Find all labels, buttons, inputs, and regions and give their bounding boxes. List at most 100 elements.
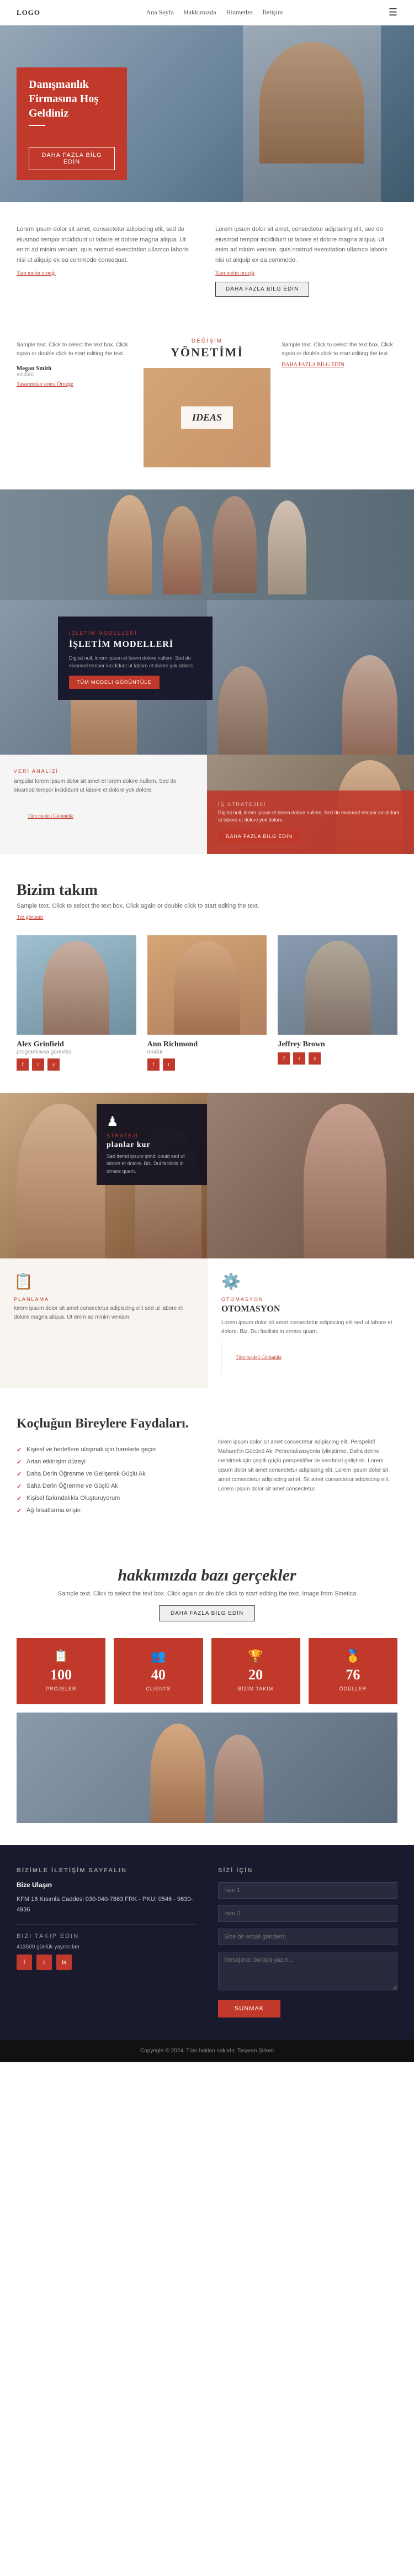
data-tag: VERİ ANALİZİ [14, 768, 193, 774]
change-image: IDEAS [144, 368, 270, 467]
address-title: Bize Ulaşın [17, 1879, 196, 1892]
plan-text: lorem ipsum dolor sit amet consectetur a… [14, 1304, 193, 1322]
stat-label-2: CLIENTS [146, 1686, 171, 1692]
stats-photo [17, 1713, 397, 1823]
twitter-icon-2[interactable]: t [163, 1058, 175, 1071]
instagram-social-btn[interactable]: in [56, 1955, 72, 1970]
facebook-social-btn[interactable]: f [17, 1955, 32, 1970]
plan-tag: PLANLAMA [14, 1297, 193, 1302]
stat-number-4: 76 [317, 1667, 389, 1683]
member-photo-2 [147, 935, 267, 1035]
facebook-icon-1[interactable]: f [17, 1058, 29, 1071]
benefit-item-6: Ağ fırsatlarına erişin [17, 1504, 196, 1516]
nav-item-contact[interactable]: İletişim [263, 8, 283, 17]
strat-dark-overlay: ♟ STRATEJİ planlar kur Sed itemd ipsum ş… [97, 1104, 207, 1186]
intro-right-link[interactable]: Tam metin örneği [215, 270, 397, 276]
intro-section: Lorem ipsum dolor sit amet, consectetur … [0, 202, 414, 319]
follow-text: 413500 günlük yayıncıları [17, 1944, 196, 1950]
biz-button[interactable]: Tüm modeli Görüntüle [69, 676, 160, 689]
member-socials-2: f t [147, 1058, 267, 1071]
stat-number-3: 20 [220, 1667, 292, 1683]
benefit-item-3: Daha Derin Öğrenme ve Gelişerek Güçlü Ak [17, 1468, 196, 1480]
member-photo-3 [278, 935, 397, 1035]
contact-left-title: BİZİMLE İLETİŞİM SAYFALIN [17, 1867, 196, 1874]
youtube-icon-1[interactable]: y [47, 1058, 60, 1071]
navigation: logo Ana Sayfa Hakkımızda Hizmetler İlet… [0, 0, 414, 25]
member-socials-3: f t y [278, 1052, 397, 1065]
intro-left-link[interactable]: Tam metin örneği [17, 270, 199, 276]
twitter-icon-3[interactable]: t [293, 1052, 305, 1065]
strat-tag: İŞ STRATEJİSİ [218, 802, 403, 807]
member-role-1: programlama görevlisi [17, 1049, 136, 1055]
name1-input[interactable] [218, 1882, 397, 1899]
message-textarea[interactable] [218, 1952, 397, 1990]
strat-auto-right [207, 1093, 414, 1258]
benefit-item-1: Kişisel ve hedeflere ulaşmak için hareke… [17, 1444, 196, 1456]
hero-overlay: Danışmanlık Firmasına Hoş Geldiniz DAHA … [17, 67, 127, 180]
stat-icon-4: 🥇 [317, 1649, 389, 1663]
auto-read-more[interactable]: Tüm modeli Görüntüle [221, 1341, 400, 1374]
author-name: Megan Smith [17, 365, 132, 372]
contact-section: BİZİMLE İLETİŞİM SAYFALIN Bize Ulaşın KF… [0, 1845, 414, 2040]
change-title: YÖNETİMİ [149, 345, 265, 360]
automation-icon: ⚙️ [221, 1272, 400, 1291]
benefits-right: lorem ipsum dolor sit amet consectetur a… [218, 1437, 397, 1494]
facts-button[interactable]: DAHA FAZLA BİLG EDİN [159, 1605, 255, 1621]
strat-button[interactable]: DAHA FAZLA BİLG EDİN [218, 830, 300, 843]
member-name-1: Alex Grinfield [17, 1040, 136, 1049]
hero-title: Danışmanlık Firmasına Hoş Geldiniz [29, 77, 115, 120]
strat-box: İŞ STRATEJİSİ Digital null, lorem ipsum … [207, 755, 414, 854]
logo: logo [17, 8, 40, 17]
change-right: Sample text. Click to select the text bo… [270, 330, 397, 467]
stat-box-4: 🥇 76 ÖDÜLLER [309, 1638, 397, 1704]
team-title: Bizim takım [17, 882, 397, 899]
contact-right: SİZİ İÇİN SUNMAK [218, 1867, 397, 2017]
auto-box: ⚙️ OTOMASYON OTOMASYON Lorem ipsum dolor… [207, 1258, 414, 1388]
benefit-item-2: Artan etkinişim düzeyi [17, 1456, 196, 1468]
strat-tag-2: STRATEJİ [107, 1133, 197, 1139]
change-management-section: Sample text. Click to select the text bo… [0, 319, 414, 489]
data-text: ampulat lorem ipsum dolor sit amet et lo… [14, 777, 193, 795]
change-tag: DEĞİŞİM [192, 338, 222, 344]
facts-section: hakkımızda bazı gerçekler Sample text. C… [0, 1544, 414, 1845]
nav-item-home[interactable]: Ana Sayfa [146, 8, 174, 17]
facts-intro: Sample text. Click to select the text bo… [17, 1590, 397, 1597]
strat-text-2: Sed itemd ipsum şimdi could sed ut labor… [107, 1153, 197, 1176]
hamburger-icon[interactable]: ☰ [389, 7, 397, 18]
message-group [218, 1952, 397, 1993]
intro-read-more-button[interactable]: DAHA FAZLA BİLG EDİN [215, 282, 309, 297]
contact-right-title: SİZİ İÇİN [218, 1867, 397, 1874]
stat-number-1: 100 [25, 1667, 97, 1683]
auto-title: OTOMASYON [221, 1304, 400, 1314]
intro-left-text: Lorem ipsum dolor sit amet, consectetur … [17, 224, 199, 266]
data-strategy-section: VERİ ANALİZİ ampulat lorem ipsum dolor s… [0, 755, 414, 854]
email-input[interactable] [218, 1929, 397, 1945]
social-row: f t in [17, 1955, 196, 1970]
follow-title: Bizi takip edin [17, 1933, 196, 1940]
benefits-left: Koçluğun Bireylere Faydaları. Kişisel ve… [17, 1415, 196, 1516]
team-link[interactable]: Tez görünür [17, 914, 43, 920]
twitter-icon-1[interactable]: t [32, 1058, 44, 1071]
submit-button[interactable]: SUNMAK [218, 2000, 280, 2017]
change-left-link[interactable]: Tasarımdan sonra Örneğe [17, 381, 132, 387]
strategy-auto-section: ♟ STRATEJİ planlar kur Sed itemd ipsum ş… [0, 1093, 414, 1258]
youtube-icon-3[interactable]: y [309, 1052, 321, 1065]
stat-label-1: PROJELER [46, 1686, 77, 1692]
stat-box-3: 🏆 20 BİZİM TAKIM [211, 1638, 300, 1704]
facebook-icon-2[interactable]: f [147, 1058, 160, 1071]
plan-box: 📋 PLANLAMA lorem ipsum dolor sit amet co… [0, 1258, 207, 1388]
stat-number-2: 40 [122, 1667, 194, 1683]
name2-input[interactable] [218, 1905, 397, 1922]
facebook-icon-3[interactable]: f [278, 1052, 290, 1065]
biz-right [207, 600, 414, 755]
author-role: müdürü [17, 372, 132, 378]
nav-item-services[interactable]: Hizmetler [226, 8, 253, 17]
change-read-more[interactable]: DAHA FAZLA BİLG EDİN [282, 362, 397, 368]
hero-button[interactable]: DAHA FAZLA BİLG EDİN [29, 147, 115, 170]
member-photo-1 [17, 935, 136, 1035]
nav-item-about[interactable]: Hakkımızda [184, 8, 216, 17]
wide-team-photo [0, 489, 414, 600]
data-read-more[interactable]: Tüm modeli Görüntüle [14, 799, 193, 833]
strat-overlay: İŞ STRATEJİSİ Digital null, lorem ipsum … [207, 791, 414, 854]
twitter-social-btn[interactable]: t [36, 1955, 52, 1970]
